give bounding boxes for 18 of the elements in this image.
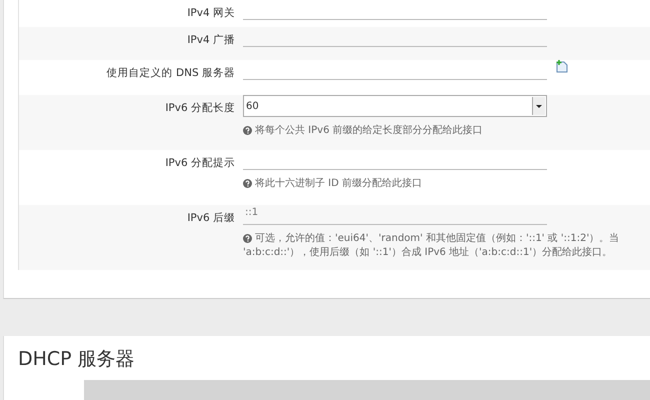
- add-icon[interactable]: [555, 60, 568, 73]
- select-field[interactable]: 60: [243, 95, 547, 117]
- field-label: 使用自定义的 DNS 服务器: [106, 66, 235, 80]
- field-label: IPv4 网关: [186, 6, 235, 20]
- section-title: DHCP 服务器: [18, 347, 136, 372]
- field-label: IPv4 广播: [186, 33, 235, 47]
- help-text: 将每个公共 IPv6 前缀的给定长度部分分配给此接口: [255, 124, 483, 137]
- help-text: 可选，允许的值：'eui64'、'random' 和其他固定值（例如：'::1' 或 '::1:2'）。当: [255, 232, 620, 245]
- field-label: IPv6 分配长度: [164, 101, 235, 115]
- help-text: 将此十六进制子 ID 前缀分配给此接口: [255, 176, 422, 190]
- field-label: IPv6 分配提示: [164, 156, 235, 170]
- help-text: 'a:b:c:d::'），使用后缀（如 '::1'）合成 IPv6 地址（'a:b:c:d::1'）分配给此接口。: [243, 246, 612, 259]
- help-icon: [243, 178, 252, 188]
- input-field[interactable]: ::1: [243, 205, 547, 225]
- field-label: IPv6 后缀: [186, 211, 235, 225]
- help-icon: [243, 234, 252, 242]
- help-icon: [243, 126, 252, 134]
- caret-icon: [532, 97, 545, 115]
